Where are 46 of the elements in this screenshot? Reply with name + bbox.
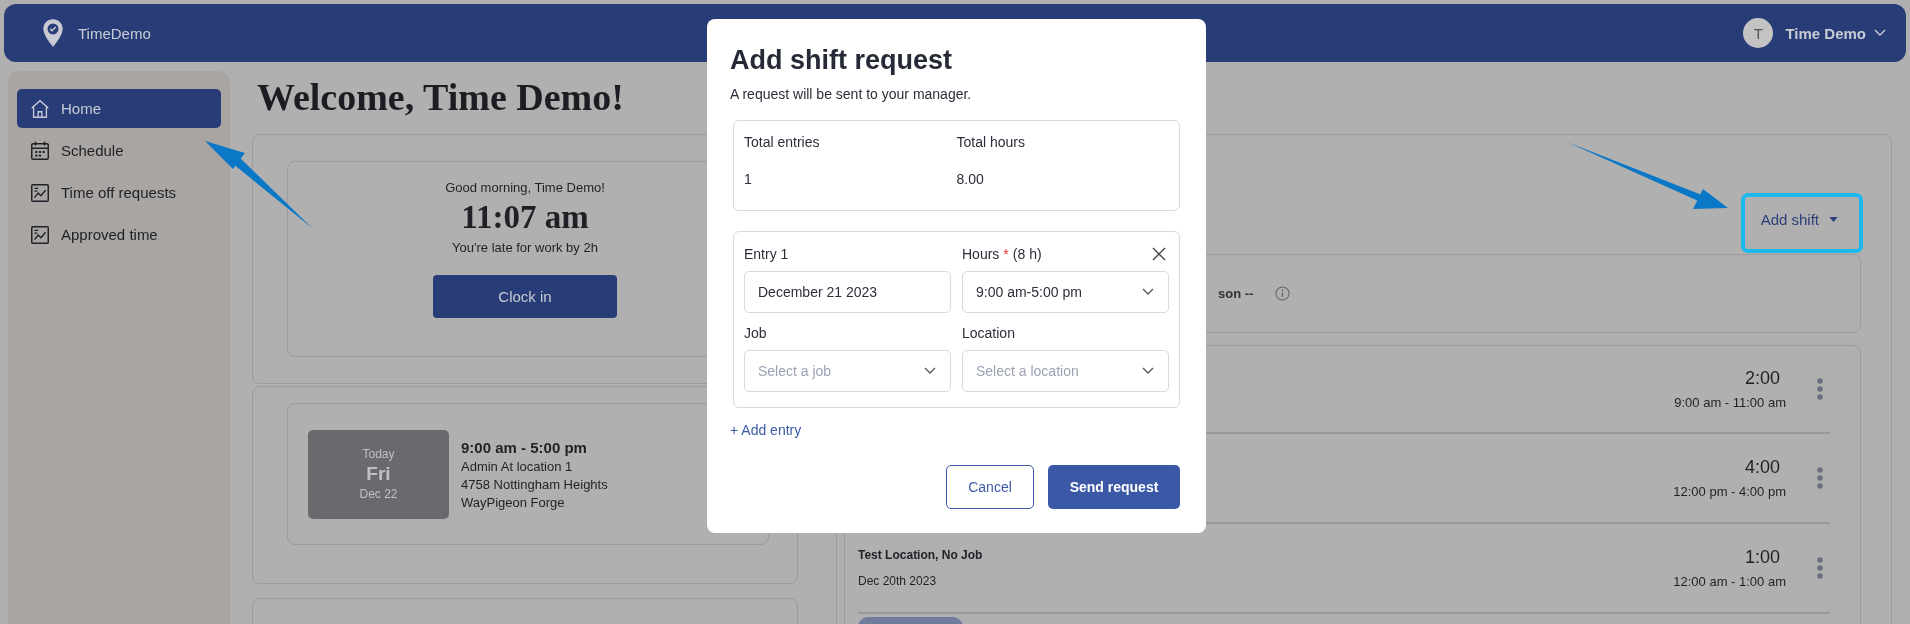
sidebar-item[interactable]: Approved time [17,215,221,254]
dialog-title: Add shift request [730,45,953,76]
hours-hint: (8 h) [1012,246,1042,262]
entry-time-range: 12:00 am - 1:00 am [1673,574,1786,589]
entry-date: Dec 20th 2023 [858,574,938,588]
late-status: You're late for work by 2h [452,240,598,255]
job-label: Job [744,325,768,341]
entry-time-range: 12:00 pm - 4:00 pm [1673,484,1786,499]
shift-detail: WayPigeon Forge [461,494,566,510]
greeting-text: Good morning, Time Demo! [445,180,605,195]
clock-in-button[interactable]: Clock in [433,275,617,318]
summary-text: son -- [1218,286,1254,301]
sidebar-item[interactable]: Time off requests [17,173,221,212]
shift-time-range: 9:00 am - 5:00 pm [461,438,588,456]
date-field[interactable]: December 21 2023 [744,271,951,313]
shift-detail: Admin At location 1 [461,458,574,474]
dialog-subtitle: A request will be sent to your manager. [730,86,973,102]
entry-duration: 2:00 [1744,368,1780,389]
shift-detail: 4758 Nottingham Heights [461,476,608,492]
hours-label: Hours [962,246,1000,262]
entry-duration: 1:00 [1744,547,1780,568]
user-avatar[interactable]: T [1743,18,1774,48]
user-menu[interactable]: Time Demo [1785,24,1866,42]
hours-dropdown[interactable]: 9:00 am-5:00 pm [962,271,1169,313]
sidebar-item[interactable]: Schedule [17,131,221,170]
sidebar-item[interactable]: Home [17,89,221,128]
required-mark: * [1003,246,1009,262]
welcome-heading: Welcome, Time Demo! [257,75,624,120]
summary-label: Total entries [744,134,821,150]
add-shift-button[interactable]: Add shift [1742,195,1856,243]
location-label: Location [962,325,1016,341]
summary-value: 1 [744,171,753,187]
entry-time-range: 9:00 am - 11:00 am [1674,395,1786,410]
cancel-button[interactable]: Cancel [946,465,1034,509]
add-entry-link[interactable]: + Add entry [730,422,802,438]
summary-value: 8.00 [956,171,985,187]
current-time: 11:07 am [461,199,589,236]
entry-duration: 4:00 [1744,457,1780,478]
day-label: Today [362,447,395,461]
send-request-button[interactable]: Send request [1048,465,1180,509]
weekday-label: Fri [366,463,391,485]
app-name: TimeDemo [78,24,151,42]
entry-title: Entry 1 [744,246,790,262]
date-label: Dec 22 [359,487,398,501]
entry-title: Test Location, No Job [858,548,984,562]
summary-label: Total hours [956,134,1026,150]
